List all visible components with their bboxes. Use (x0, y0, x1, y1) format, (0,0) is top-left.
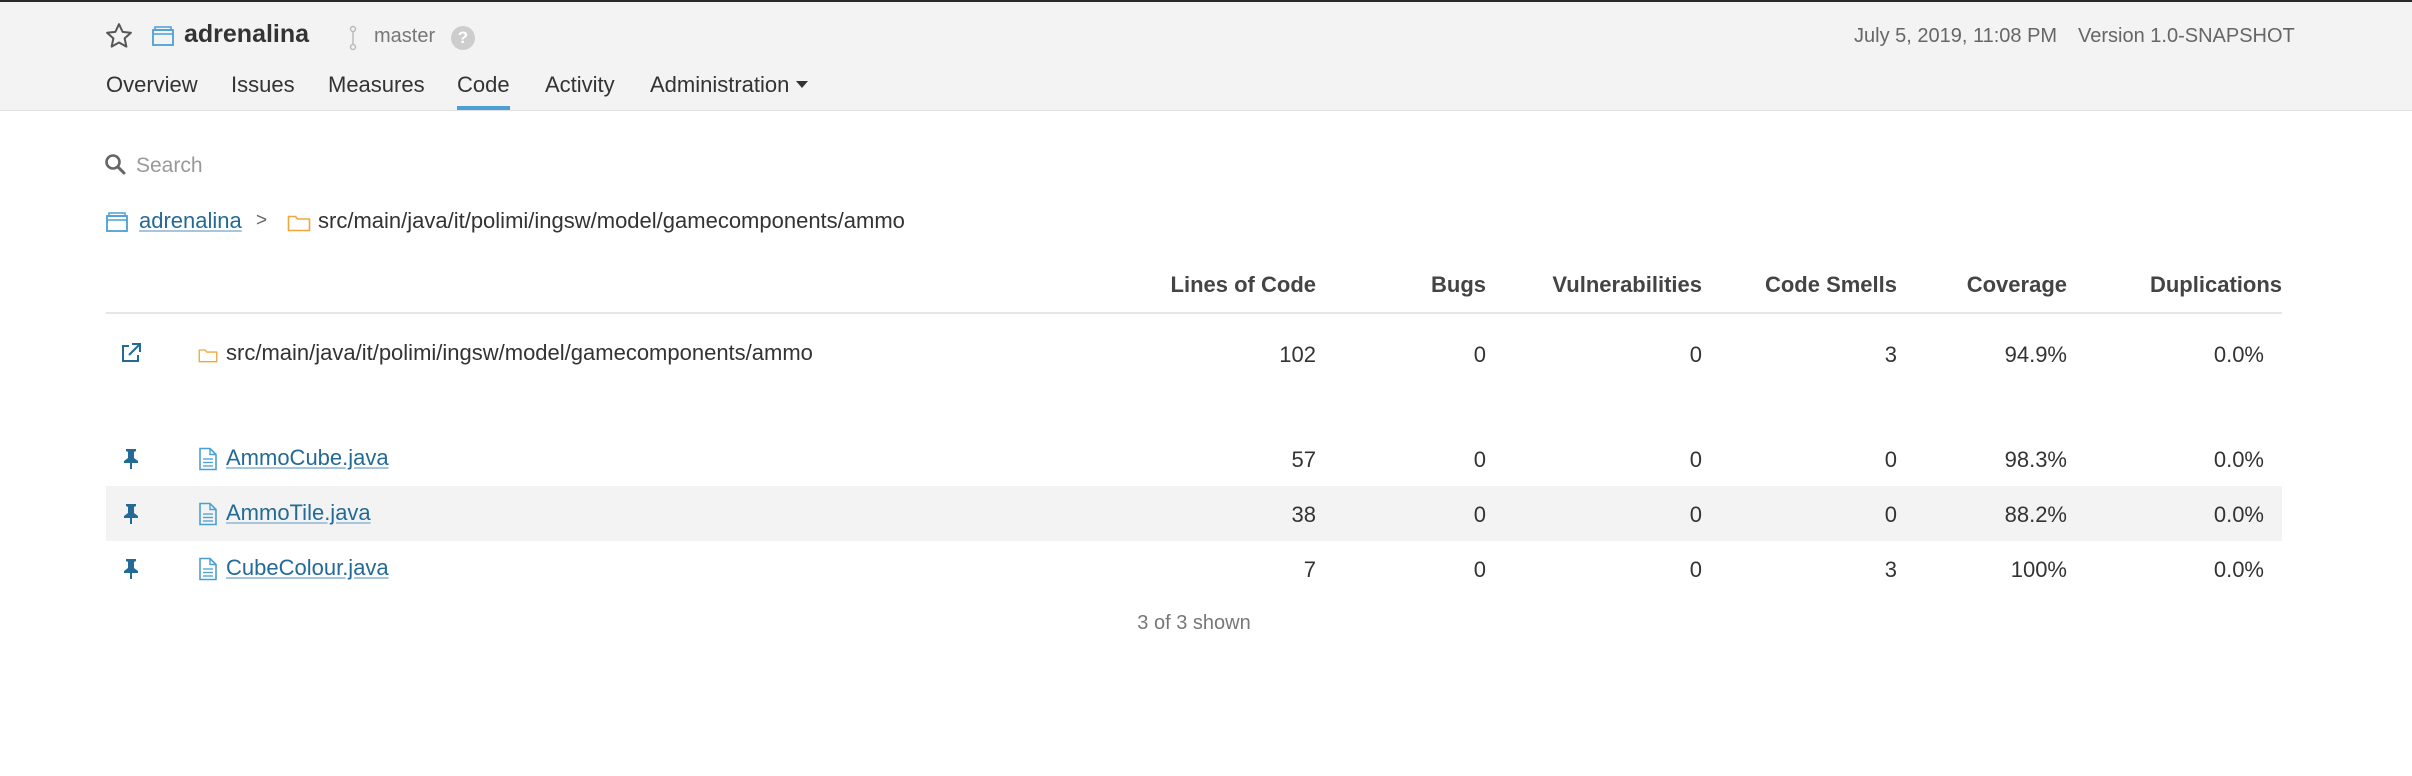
cell-lines-of-code[interactable]: 38 (1292, 502, 1316, 528)
tab-issues[interactable]: Issues (231, 72, 295, 98)
cell-duplications[interactable]: 0.0% (2214, 557, 2264, 583)
tab-administration-label: Administration (650, 72, 790, 97)
cell-vulnerabilities[interactable]: 0 (1690, 557, 1702, 583)
col-header-coverage[interactable]: Coverage (1967, 272, 2067, 298)
tab-overview-label: Overview (106, 72, 198, 97)
pin-icon[interactable] (120, 502, 142, 524)
directory-row: src/main/java/it/polimi/ingsw/model/game… (106, 332, 2282, 387)
tab-activity[interactable]: Activity (545, 72, 615, 98)
col-header-code-smells[interactable]: Code Smells (1765, 272, 1897, 298)
cell-code-smells[interactable]: 0 (1885, 447, 1897, 473)
cell-vulnerabilities[interactable]: 0 (1690, 342, 1702, 368)
project-icon (152, 26, 174, 46)
project-icon (106, 212, 128, 232)
cell-duplications[interactable]: 0.0% (2214, 342, 2264, 368)
col-header-duplications[interactable]: Duplications (2150, 272, 2282, 298)
project-version: Version 1.0-SNAPSHOT (2078, 25, 2295, 47)
file-icon (199, 502, 217, 526)
tab-measures[interactable]: Measures (328, 72, 425, 98)
cell-duplications[interactable]: 0.0% (2214, 502, 2264, 528)
tab-code-label: Code (457, 72, 510, 97)
cell-duplications[interactable]: 0.0% (2214, 447, 2264, 473)
file-link[interactable]: AmmoTile.java (226, 500, 371, 526)
tab-issues-label: Issues (231, 72, 295, 97)
tab-activity-label: Activity (545, 72, 615, 97)
help-icon[interactable]: ? (451, 26, 475, 50)
tab-measures-label: Measures (328, 72, 425, 97)
cell-bugs[interactable]: 0 (1474, 502, 1486, 528)
star-icon[interactable] (104, 21, 134, 51)
breadcrumb-current-path: src/main/java/it/polimi/ingsw/model/game… (318, 208, 905, 233)
branch-name[interactable]: master (374, 25, 435, 48)
chevron-down-icon (796, 80, 809, 88)
cell-code-smells[interactable]: 3 (1885, 557, 1897, 583)
pin-icon[interactable] (120, 557, 142, 579)
project-header: adrenalina master ? July 5, 2019, 11:08 … (0, 2, 2412, 111)
table-row[interactable]: CubeColour.java 7 0 0 3 100% 0.0% (106, 541, 2282, 596)
col-header-vulnerabilities[interactable]: Vulnerabilities (1552, 272, 1702, 298)
file-icon (199, 557, 217, 581)
search-icon (105, 154, 126, 175)
breadcrumb-project-link[interactable]: adrenalina (139, 208, 242, 234)
directory-name: src/main/java/it/polimi/ingsw/model/game… (226, 340, 813, 365)
tab-administration[interactable]: Administration (650, 72, 809, 98)
header-divider (106, 312, 2282, 314)
analysis-date: July 5, 2019, 11:08 PM (1854, 25, 2058, 47)
cell-coverage[interactable]: 100% (2011, 557, 2067, 583)
project-name[interactable]: adrenalina (184, 20, 309, 49)
cell-bugs[interactable]: 0 (1474, 447, 1486, 473)
cell-bugs[interactable]: 0 (1474, 342, 1486, 368)
col-header-lines-of-code[interactable]: Lines of Code (1171, 272, 1316, 298)
folder-icon (198, 349, 218, 363)
table-row[interactable]: AmmoTile.java 38 0 0 0 88.2% 0.0% (106, 486, 2282, 541)
pin-icon[interactable] (120, 447, 142, 469)
folder-icon (287, 215, 311, 232)
cell-code-smells[interactable]: 0 (1885, 502, 1897, 528)
file-icon (199, 447, 217, 471)
shown-count: 3 of 3 shown (1137, 612, 1251, 634)
col-header-bugs[interactable]: Bugs (1431, 272, 1486, 298)
cell-bugs[interactable]: 0 (1474, 557, 1486, 583)
branch-icon (349, 25, 357, 51)
tab-code[interactable]: Code (457, 72, 510, 110)
file-link[interactable]: CubeColour.java (226, 555, 389, 581)
cell-lines-of-code[interactable]: 102 (1279, 342, 1316, 368)
cell-coverage[interactable]: 94.9% (2005, 342, 2067, 368)
table-row[interactable]: AmmoCube.java 57 0 0 0 98.3% 0.0% (106, 431, 2282, 486)
file-link[interactable]: AmmoCube.java (226, 445, 389, 471)
open-external-icon[interactable] (120, 342, 142, 364)
cell-lines-of-code[interactable]: 57 (1292, 447, 1316, 473)
tab-overview[interactable]: Overview (106, 72, 198, 98)
cell-coverage[interactable]: 88.2% (2005, 502, 2067, 528)
cell-coverage[interactable]: 98.3% (2005, 447, 2067, 473)
search-input[interactable] (136, 151, 736, 181)
cell-vulnerabilities[interactable]: 0 (1690, 447, 1702, 473)
cell-vulnerabilities[interactable]: 0 (1690, 502, 1702, 528)
cell-code-smells[interactable]: 3 (1885, 342, 1897, 368)
breadcrumb-separator: > (256, 210, 268, 231)
cell-lines-of-code[interactable]: 7 (1304, 557, 1316, 583)
